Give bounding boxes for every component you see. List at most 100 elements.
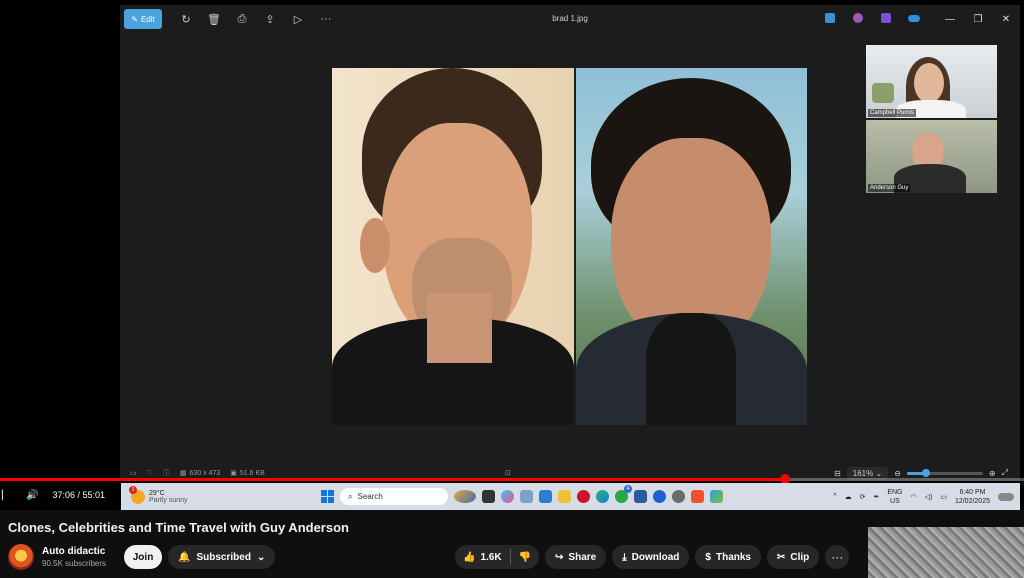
thumbs-up-icon: 👍 <box>463 551 476 563</box>
file-size-info: ▣ 51.6 KB <box>230 469 265 478</box>
zoom-slider[interactable] <box>906 468 983 477</box>
recommended-video-thumbnail[interactable] <box>868 527 1024 578</box>
edit-button[interactable]: ✎ Edit <box>124 9 162 29</box>
weather-condition: Partly sunny <box>149 496 188 504</box>
disk-icon: ▣ <box>230 470 237 477</box>
edge-icon[interactable] <box>596 490 609 503</box>
system-clock[interactable]: 6:40 PM 12/02/2025 <box>955 488 990 506</box>
channel-avatar[interactable] <box>8 544 34 570</box>
next-icon[interactable]: ▏ <box>2 490 12 501</box>
calculator-icon[interactable] <box>634 490 647 503</box>
player-controls: ▏ 🔊 37:06 / 55:01 <box>0 483 105 507</box>
like-button[interactable]: 👍 1.6K <box>455 545 510 569</box>
sync-icon[interactable]: ⟳ <box>860 493 866 501</box>
share-arrow-icon: ↪ <box>555 551 564 563</box>
zoom-value: 161% <box>852 468 874 478</box>
print-icon[interactable]: ⎙ <box>228 13 256 26</box>
channel-name[interactable]: Auto didactic <box>42 546 106 557</box>
photos-icon[interactable] <box>710 490 723 503</box>
taskbar-search[interactable]: ⌕ Search <box>340 488 448 505</box>
clip-label: Clip <box>790 551 810 563</box>
info-icon[interactable]: ⓘ <box>163 468 170 478</box>
search-icon: ⌕ <box>348 491 353 501</box>
chevron-up-icon[interactable]: ^ <box>833 493 836 500</box>
volume-icon[interactable]: 🔊 <box>26 490 38 501</box>
weather-badge: 1 <box>129 485 137 494</box>
thumbs-down-icon: 👎 <box>518 551 532 563</box>
widgets-icon[interactable] <box>520 490 533 503</box>
maximize-icon[interactable]: ❐ <box>964 14 992 25</box>
copilot-icon[interactable] <box>501 490 514 503</box>
participant-name: Anderson Guy <box>868 184 911 192</box>
clip-button[interactable]: ✂ Clip <box>767 545 820 569</box>
teams-icon[interactable] <box>653 490 666 503</box>
store-icon[interactable] <box>539 490 552 503</box>
video-actions: 👍 1.6K 👎 ↪ Share ⤓ Download $ Thanks ✂ C… <box>455 545 850 569</box>
thanks-button[interactable]: $ Thanks <box>695 545 761 569</box>
fit-icon[interactable]: ⊟ <box>834 469 841 478</box>
whatsapp-icon[interactable]: 4 <box>615 485 632 503</box>
clock-date: 12/02/2025 <box>954 497 990 505</box>
close-icon[interactable]: ✕ <box>992 14 1020 25</box>
file-explorer-icon[interactable] <box>558 490 571 503</box>
window-controls: — ❐ ✕ <box>816 5 1020 33</box>
dislike-button[interactable]: 👎 <box>511 545 539 569</box>
bell-icon: 🔔 <box>178 551 191 563</box>
download-label: Download <box>631 551 680 563</box>
zoom-slider-thumb[interactable] <box>921 468 930 477</box>
windows-taskbar: 1 29°C Partly sunny ⌕ Search 4 ^ ☁ ⟳ ✒ E… <box>121 483 1020 510</box>
clipchamp-icon[interactable] <box>872 12 900 26</box>
video-player[interactable]: ✎ Edit ↻ 🗑 ⎙ ⇪ ▷ ··· brad 1.jpg — ❐ ✕ Ca… <box>0 0 1024 510</box>
windows-start-icon[interactable] <box>321 490 334 503</box>
paint-icon[interactable] <box>816 12 844 26</box>
image-file-size: 51.6 KB <box>239 469 265 477</box>
video-title: Clones, Celebrities and Time Travel with… <box>8 520 349 535</box>
dimensions-info: ▦ 630 x 473 <box>179 469 220 478</box>
like-dislike-group: 👍 1.6K 👎 <box>455 545 540 569</box>
video-progress-bar[interactable] <box>0 474 1024 484</box>
designer-icon[interactable] <box>844 12 872 26</box>
share-button[interactable]: ↪ Share <box>545 545 607 569</box>
battery-icon[interactable]: ▭ <box>940 493 947 501</box>
join-button[interactable]: Join <box>124 545 163 569</box>
minimize-icon[interactable]: — <box>936 14 964 25</box>
pen-icon[interactable]: ✒ <box>873 493 879 501</box>
favorite-icon[interactable]: ♡ <box>147 469 153 477</box>
task-view-icon[interactable] <box>482 490 495 503</box>
whatsapp-badge: 4 <box>624 485 632 493</box>
more-actions-button[interactable]: ··· <box>825 545 850 569</box>
thanks-icon: $ <box>705 551 711 563</box>
channel-info: Auto didactic 90.5K subscribers <box>42 546 106 568</box>
filmstrip-icon[interactable]: ▭ <box>130 469 137 477</box>
participant-tile: Campbell Purnis <box>866 45 997 118</box>
download-button[interactable]: ⤓ Download <box>612 545 690 569</box>
more-horizontal-icon: ··· <box>831 550 844 564</box>
participant-name: Campbell Purnis <box>868 109 917 117</box>
focus-icon[interactable]: ⊡ <box>505 469 511 477</box>
image-size-icon: ▦ <box>179 470 187 477</box>
opera-icon[interactable] <box>577 490 590 503</box>
copilot-search-icon[interactable] <box>454 490 476 503</box>
subscribed-button[interactable]: 🔔 Subscribed ⌄ <box>168 545 276 569</box>
channel-row: Auto didactic 90.5K subscribers Join 🔔 S… <box>8 543 276 571</box>
share-icon[interactable]: ⇪ <box>256 13 284 26</box>
settings-icon[interactable] <box>672 490 685 503</box>
slideshow-icon[interactable]: ▷ <box>284 13 312 26</box>
time-display: 37:06 / 55:01 <box>52 490 105 500</box>
onedrive-icon[interactable] <box>900 14 928 25</box>
wifi-icon[interactable]: ◠ <box>911 493 917 501</box>
fullscreen-icon[interactable]: ⤢ <box>1002 468 1008 478</box>
like-count: 1.6K <box>480 551 502 563</box>
cloud-icon[interactable]: ☁ <box>845 493 852 501</box>
participant-tile: Anderson Guy <box>866 120 997 193</box>
brave-icon[interactable] <box>691 490 704 503</box>
notification-icon[interactable] <box>998 492 1014 501</box>
rotate-icon[interactable]: ↻ <box>172 13 200 26</box>
weather-widget[interactable]: 1 29°C Partly sunny <box>129 485 321 504</box>
speaker-icon[interactable]: ◁) <box>925 493 933 501</box>
zoom-in-icon[interactable]: ⊕ <box>989 469 996 478</box>
language-indicator[interactable]: ENG US <box>887 488 902 506</box>
delete-icon[interactable]: 🗑 <box>200 13 228 26</box>
zoom-out-icon[interactable]: ⊖ <box>894 469 901 478</box>
more-options-icon[interactable]: ··· <box>312 13 340 25</box>
